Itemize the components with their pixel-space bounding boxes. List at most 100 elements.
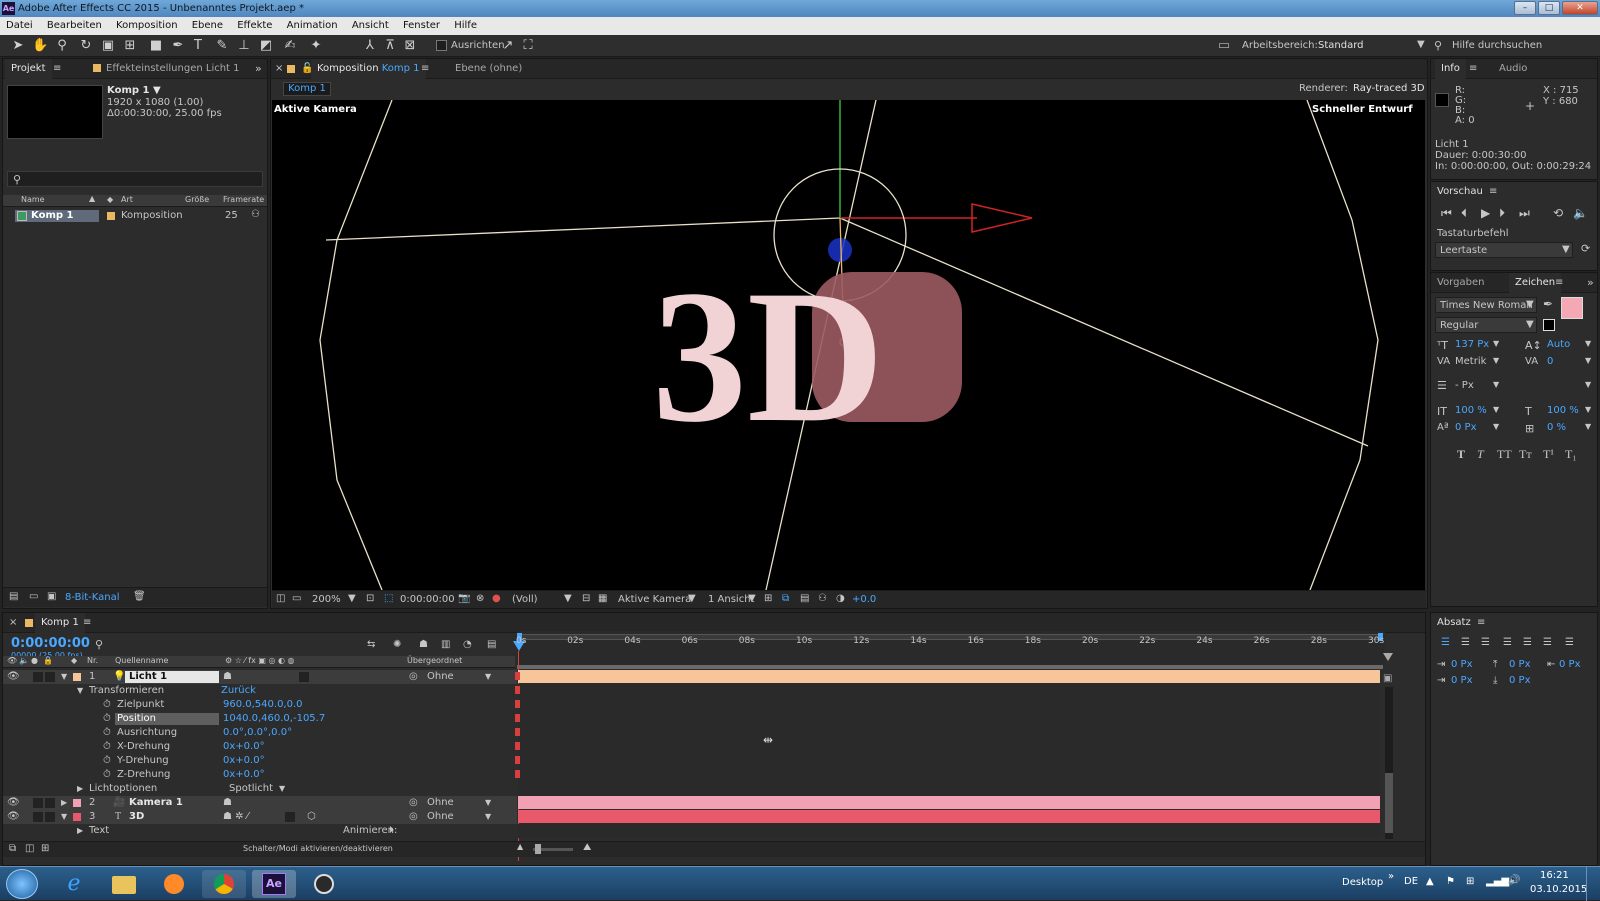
ie-taskbar-icon[interactable]: ℯ xyxy=(52,870,96,898)
expand-icon[interactable]: ▼ xyxy=(61,810,67,824)
dropdown-icon[interactable]: ▼ xyxy=(1493,356,1499,365)
menu-fenster[interactable]: Fenster xyxy=(403,20,440,31)
justify-center-icon[interactable]: ☰ xyxy=(1523,637,1532,648)
baseline-shift-value[interactable]: 0 Px xyxy=(1455,422,1477,433)
loop-icon[interactable]: ⟲ xyxy=(1553,206,1563,220)
stopwatch-icon[interactable]: ⏱ xyxy=(103,768,111,782)
property-group-light-options[interactable]: ▶ Lichtoptionen Spotlicht ▼ xyxy=(3,782,517,796)
panel-menu-icon[interactable]: ≡ xyxy=(83,617,91,628)
property-row[interactable]: ⏱ Position 1040.0,460.0,-105.7 xyxy=(3,712,517,726)
space-after-value[interactable]: 0 Px xyxy=(1509,675,1531,686)
tracking-value[interactable]: 0 xyxy=(1547,356,1553,367)
dropdown-icon[interactable]: ▼ xyxy=(1493,380,1499,389)
flowchart-icon[interactable]: ⚇ xyxy=(251,209,260,220)
transparency-grid-icon[interactable]: ▦ xyxy=(598,593,607,604)
view-axis-icon[interactable]: ⊠ xyxy=(402,38,418,54)
last-frame-icon[interactable]: ⏭ xyxy=(1519,206,1530,221)
tab-audio[interactable]: Audio xyxy=(1493,59,1533,79)
small-caps-icon[interactable]: Tт xyxy=(1519,447,1532,462)
interpret-footage-icon[interactable]: ▤ xyxy=(9,591,18,602)
switch-box[interactable] xyxy=(285,812,295,822)
layer-switches-icon[interactable]: ☗ ✲ ⁄ xyxy=(223,810,248,824)
property-value[interactable]: 0x+0.0° xyxy=(223,740,265,754)
layer-label-color[interactable] xyxy=(73,673,81,681)
close-tab-icon[interactable]: × xyxy=(275,63,283,74)
kerning-value[interactable]: Metrik xyxy=(1455,356,1486,367)
light-type-select[interactable]: Spotlicht xyxy=(229,782,273,796)
space-before-value[interactable]: 0 Px xyxy=(1509,659,1531,670)
composition-viewer[interactable]: 3D Aktive Kamera Schneller Entwurf xyxy=(272,100,1425,590)
timeline-scroll-thumb[interactable] xyxy=(1385,773,1393,833)
eyedropper-icon[interactable]: ✒ xyxy=(1543,297,1553,311)
close-button[interactable]: ✕ xyxy=(1562,1,1598,15)
pen-tool-icon[interactable]: ✒ xyxy=(170,38,186,54)
fast-preview-icon[interactable]: ⧉ xyxy=(782,593,789,604)
faux-bold-icon[interactable]: T xyxy=(1457,447,1465,462)
property-track-area[interactable] xyxy=(518,684,1380,796)
property-value[interactable]: 1040.0,460.0,-105.7 xyxy=(223,712,325,726)
workspace-dropdown-icon[interactable]: ▼ xyxy=(1417,39,1425,50)
trash-icon[interactable]: 🗑 xyxy=(133,591,146,602)
property-value[interactable]: 0x+0.0° xyxy=(223,768,265,782)
new-folder-icon[interactable]: ▭ xyxy=(29,591,38,602)
shy-icon[interactable]: ☗ xyxy=(419,639,428,650)
parent-select[interactable]: Ohne xyxy=(427,810,454,824)
dropdown-icon[interactable]: ▼ xyxy=(1585,339,1591,348)
exposure-icon[interactable]: ◑ xyxy=(836,593,845,604)
menu-animation[interactable]: Animation xyxy=(287,20,338,31)
justify-right-icon[interactable]: ☰ xyxy=(1543,637,1552,648)
selection-tool-icon[interactable]: ➤ xyxy=(10,38,26,54)
clone-stamp-tool-icon[interactable]: ⊥ xyxy=(236,38,252,54)
dropdown-icon[interactable]: ▼ xyxy=(279,782,285,796)
next-frame-icon[interactable]: ⏵ xyxy=(1499,206,1505,221)
font-select[interactable]: Times New Roman ▼ xyxy=(1435,297,1537,313)
windows-icon[interactable]: ⊞ xyxy=(1466,876,1474,887)
audio-icon[interactable]: 🔈 xyxy=(1573,206,1588,220)
layer-bar-light[interactable] xyxy=(518,670,1380,683)
col-name[interactable]: Name xyxy=(21,195,45,204)
panel-menu-icon[interactable]: ≡ xyxy=(1489,186,1497,197)
renderer-value[interactable]: Ray-traced 3D xyxy=(1353,83,1425,94)
obs-taskbar-icon[interactable] xyxy=(302,870,346,898)
solo-toggle[interactable] xyxy=(33,798,43,808)
parent-select[interactable]: Ohne xyxy=(427,670,454,684)
property-group-transform[interactable]: ▼ Transformieren Zurück xyxy=(3,684,517,698)
property-row[interactable]: ⏱ Zielpunkt 960.0,540.0,0.0 xyxy=(3,698,517,712)
shy-switch-icon[interactable]: ☗ xyxy=(223,796,232,810)
zoom-in-icon[interactable]: ⛰ xyxy=(583,842,591,853)
menu-bearbeiten[interactable]: Bearbeiten xyxy=(47,20,102,31)
roi-icon[interactable]: ⊟ xyxy=(582,593,590,604)
keyframe-marker[interactable] xyxy=(515,742,520,750)
property-group-text[interactable]: ▶ Text Animieren: ⏵ xyxy=(3,824,517,838)
brush-tool-icon[interactable]: ✎ xyxy=(214,38,230,54)
faux-italic-icon[interactable]: T xyxy=(1477,447,1484,462)
flag-icon[interactable]: ⚑ xyxy=(1446,876,1455,887)
indent-right-value[interactable]: 0 Px xyxy=(1559,659,1581,670)
vertical-scale-value[interactable]: 100 % xyxy=(1455,405,1487,416)
aftereffects-taskbar-icon[interactable]: Ae xyxy=(252,870,296,898)
align-checkbox[interactable] xyxy=(436,40,447,51)
col-parent[interactable]: Übergeordnet xyxy=(407,656,462,665)
sort-arrow-icon[interactable]: ▲ xyxy=(89,194,95,203)
x-axis-arrow-icon[interactable] xyxy=(971,203,1033,233)
region-icon[interactable]: ⬚ xyxy=(384,593,393,604)
layer-switches-pane-icon[interactable]: ⧉ xyxy=(9,843,16,854)
stopwatch-icon[interactable]: ⏱ xyxy=(103,740,111,754)
panel-menu-icon[interactable]: ≡ xyxy=(53,63,61,74)
property-row[interactable]: ⏱ Z-Drehung 0x+0.0° xyxy=(3,768,517,782)
dropdown-icon[interactable]: ▼ xyxy=(485,810,491,824)
camera-select[interactable]: Aktive Kamera xyxy=(618,594,691,605)
3d-layer-switch-icon[interactable]: ⬡ xyxy=(307,810,316,824)
bit-depth-button[interactable]: 8-Bit-Kanal xyxy=(65,592,120,603)
align-arrow-icon[interactable]: ↗ xyxy=(500,38,516,54)
layer-name[interactable]: Kamera 1 xyxy=(129,796,183,810)
previous-frame-icon[interactable]: ⏴ xyxy=(1461,206,1467,221)
zoom-out-icon[interactable]: ▲ xyxy=(517,842,523,851)
toggle-pixel-aspect-icon[interactable]: ⊞ xyxy=(764,593,772,604)
reset-icon[interactable]: ⟳ xyxy=(1581,242,1590,255)
stretch-pane-icon[interactable]: ⊞ xyxy=(41,843,49,854)
puppet-pin-tool-icon[interactable]: ✦ xyxy=(308,38,324,54)
no-fill-swatch[interactable] xyxy=(1543,319,1555,331)
transform-reset-link[interactable]: Zurück xyxy=(221,684,256,698)
text-3d-layer[interactable]: 3D xyxy=(652,252,884,462)
